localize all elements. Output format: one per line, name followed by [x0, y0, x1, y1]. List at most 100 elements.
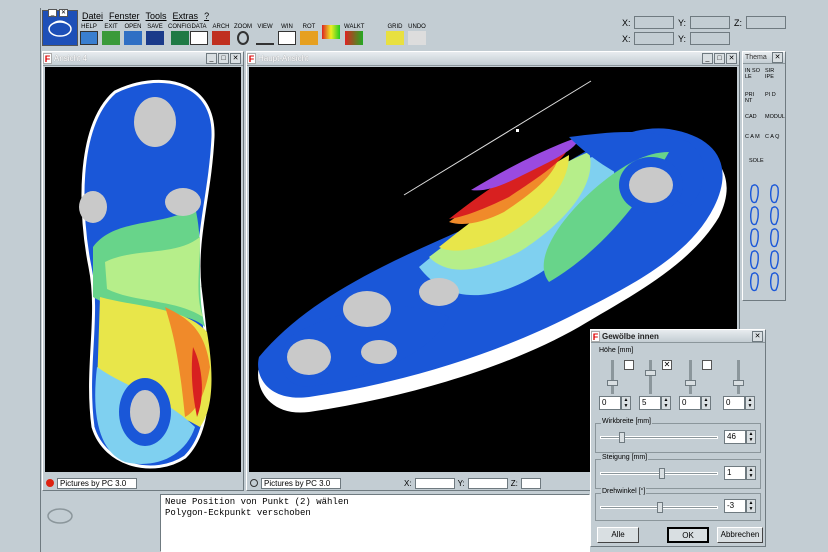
viewport-3d[interactable] — [45, 67, 241, 472]
coord-x2-field — [634, 32, 674, 45]
close-icon[interactable]: ✕ — [726, 53, 737, 64]
wirkbreite-group: Wirkbreite [mm] 46 ▲ ▼ — [595, 418, 761, 453]
spin-arrows-icon[interactable]: ▲ ▼ — [745, 396, 755, 410]
grid-button[interactable]: GRID — [386, 24, 404, 45]
thema-item-label: IN SO LE — [745, 68, 760, 80]
spin-arrows-icon[interactable]: ▲ ▼ — [661, 396, 671, 410]
folder-open-icon — [124, 31, 142, 45]
win-button[interactable]: WIN — [278, 24, 296, 45]
arch-button[interactable]: ARCH — [212, 24, 230, 45]
spin-arrows-icon[interactable]: ▲ ▼ — [746, 430, 756, 444]
minimize-icon[interactable]: _ — [48, 9, 57, 17]
view-window-ansicht[interactable]: F Ansicht 4 _ □ ✕ Pictures by PC 3.0 — [42, 51, 244, 491]
exit-button[interactable]: EXIT — [102, 24, 120, 45]
spin-arrows-icon[interactable]: ▲ ▼ — [746, 466, 756, 480]
zoom-label: ZOOM — [234, 24, 252, 30]
drehwinkel-slider[interactable] — [600, 502, 718, 513]
hoehe-spin-3[interactable]: 0 ▲ ▼ — [679, 396, 711, 410]
bottom-logo-icon — [42, 496, 78, 536]
help-button[interactable]: HELP — [80, 24, 98, 45]
alle-button[interactable]: Alle — [597, 527, 639, 543]
coord-z-label: Z: — [510, 478, 518, 488]
walk-icon — [345, 31, 364, 45]
spin-value[interactable]: 1 — [724, 466, 746, 480]
thema-item-label: C A Q — [765, 134, 780, 140]
close-icon[interactable]: ✕ — [230, 53, 241, 64]
insole-top-view — [79, 80, 215, 469]
thema-item-label: SOLE — [749, 158, 764, 164]
hoehe-slider-4[interactable] — [733, 360, 744, 394]
abbrechen-button[interactable]: Abbrechen — [717, 527, 763, 543]
spin-arrows-icon[interactable]: ▲ ▼ — [701, 396, 711, 410]
thema-cad[interactable]: CAD — [745, 114, 763, 120]
minimize-icon[interactable]: _ — [702, 53, 713, 64]
walkt-button[interactable]: WALKT — [344, 24, 364, 45]
thema-print[interactable]: PRI NT — [745, 92, 763, 104]
spin-value[interactable]: 0 — [679, 396, 701, 410]
spin-value[interactable]: 0 — [723, 396, 745, 410]
spin-value[interactable]: 0 — [599, 396, 621, 410]
thema-cam[interactable]: C A M — [745, 134, 763, 140]
data-icon — [190, 31, 208, 45]
hoehe-spin-1[interactable]: 0 ▲ ▼ — [599, 396, 631, 410]
close-icon[interactable]: ✕ — [752, 331, 763, 342]
steigung-spin[interactable]: 1 ▲ ▼ — [724, 466, 756, 480]
hoehe-spin-4[interactable]: 0 ▲ ▼ — [723, 396, 755, 410]
thema-pid[interactable]: PI D — [765, 92, 783, 98]
save-button[interactable]: SAVE — [146, 24, 164, 45]
hoehe-slider-2[interactable] — [645, 360, 656, 394]
menu-item-help[interactable]: ? — [204, 11, 209, 21]
minimize-icon[interactable]: _ — [206, 53, 217, 64]
wirkbreite-spin[interactable]: 46 ▲ ▼ — [724, 430, 756, 444]
spin-value[interactable]: 5 — [639, 396, 661, 410]
app-f-icon: F — [247, 53, 256, 64]
thema-modul[interactable]: MODUL — [765, 114, 787, 120]
close-icon[interactable]: ✕ — [59, 9, 68, 17]
hb-icon — [366, 25, 384, 39]
config-button[interactable]: CONFIG — [168, 24, 191, 45]
hoehe-check-3[interactable] — [702, 360, 712, 370]
thema-sole[interactable]: SOLE — [749, 158, 771, 164]
hoehe-check-1[interactable] — [624, 360, 634, 370]
wirkbreite-slider[interactable] — [600, 432, 718, 443]
menu-item-fenster[interactable]: Fenster — [109, 11, 140, 21]
rot-button[interactable]: ROT — [300, 24, 318, 45]
thema-caq[interactable]: C A Q — [765, 134, 783, 140]
data-button[interactable]: DATA — [190, 24, 208, 45]
menu-item-datei[interactable]: Datei — [82, 11, 103, 21]
view-button[interactable]: VIEW — [256, 24, 274, 45]
menu-item-tools[interactable]: Tools — [146, 11, 167, 21]
hoehe-spin-2[interactable]: 5 ▲ ▼ — [639, 396, 671, 410]
spin-arrows-icon[interactable]: ▲ ▼ — [746, 499, 756, 513]
titlebar: F Haupt-Ansicht _ □ ✕ — [247, 52, 739, 66]
hoehe-slider-1[interactable] — [607, 360, 618, 394]
open-button[interactable]: OPEN — [124, 24, 142, 45]
undo-button[interactable]: UNDO — [408, 24, 426, 45]
thema-siripe[interactable]: SIR IPE — [765, 68, 783, 80]
maximize-icon[interactable]: □ — [218, 53, 229, 64]
ok-button[interactable]: OK — [667, 527, 709, 543]
coord-z-field — [746, 16, 786, 29]
message-box: Neue Position von Punkt (2) wählen Polyg… — [160, 494, 590, 552]
save-label: SAVE — [147, 24, 163, 30]
spin-arrows-icon[interactable]: ▲ ▼ — [621, 396, 631, 410]
hoehe-check-2[interactable]: ✕ — [662, 360, 672, 370]
close-icon[interactable]: ✕ — [772, 52, 783, 63]
maximize-icon[interactable]: □ — [714, 53, 725, 64]
titlebar: F Ansicht 4 _ □ ✕ — [43, 52, 243, 66]
drehwinkel-spin[interactable]: -3 ▲ ▼ — [724, 499, 756, 513]
spin-value[interactable]: 46 — [724, 430, 746, 444]
zoom-button[interactable]: ZOOM — [234, 24, 252, 45]
thema-insole[interactable]: IN SO LE — [745, 68, 763, 80]
hb-button[interactable] — [366, 24, 384, 39]
color-button[interactable] — [322, 24, 340, 39]
hoehe-slider-3[interactable] — [685, 360, 696, 394]
view-label: VIEW — [257, 24, 273, 30]
steigung-slider[interactable] — [600, 468, 718, 479]
window-buttons: _ □ ✕ — [206, 53, 241, 64]
spin-value[interactable]: -3 — [724, 499, 746, 513]
app-window-controls: _ ✕ — [48, 9, 68, 17]
open-label: OPEN — [124, 24, 142, 30]
help-icon — [80, 31, 98, 45]
menu-item-extras[interactable]: Extras — [173, 11, 199, 21]
